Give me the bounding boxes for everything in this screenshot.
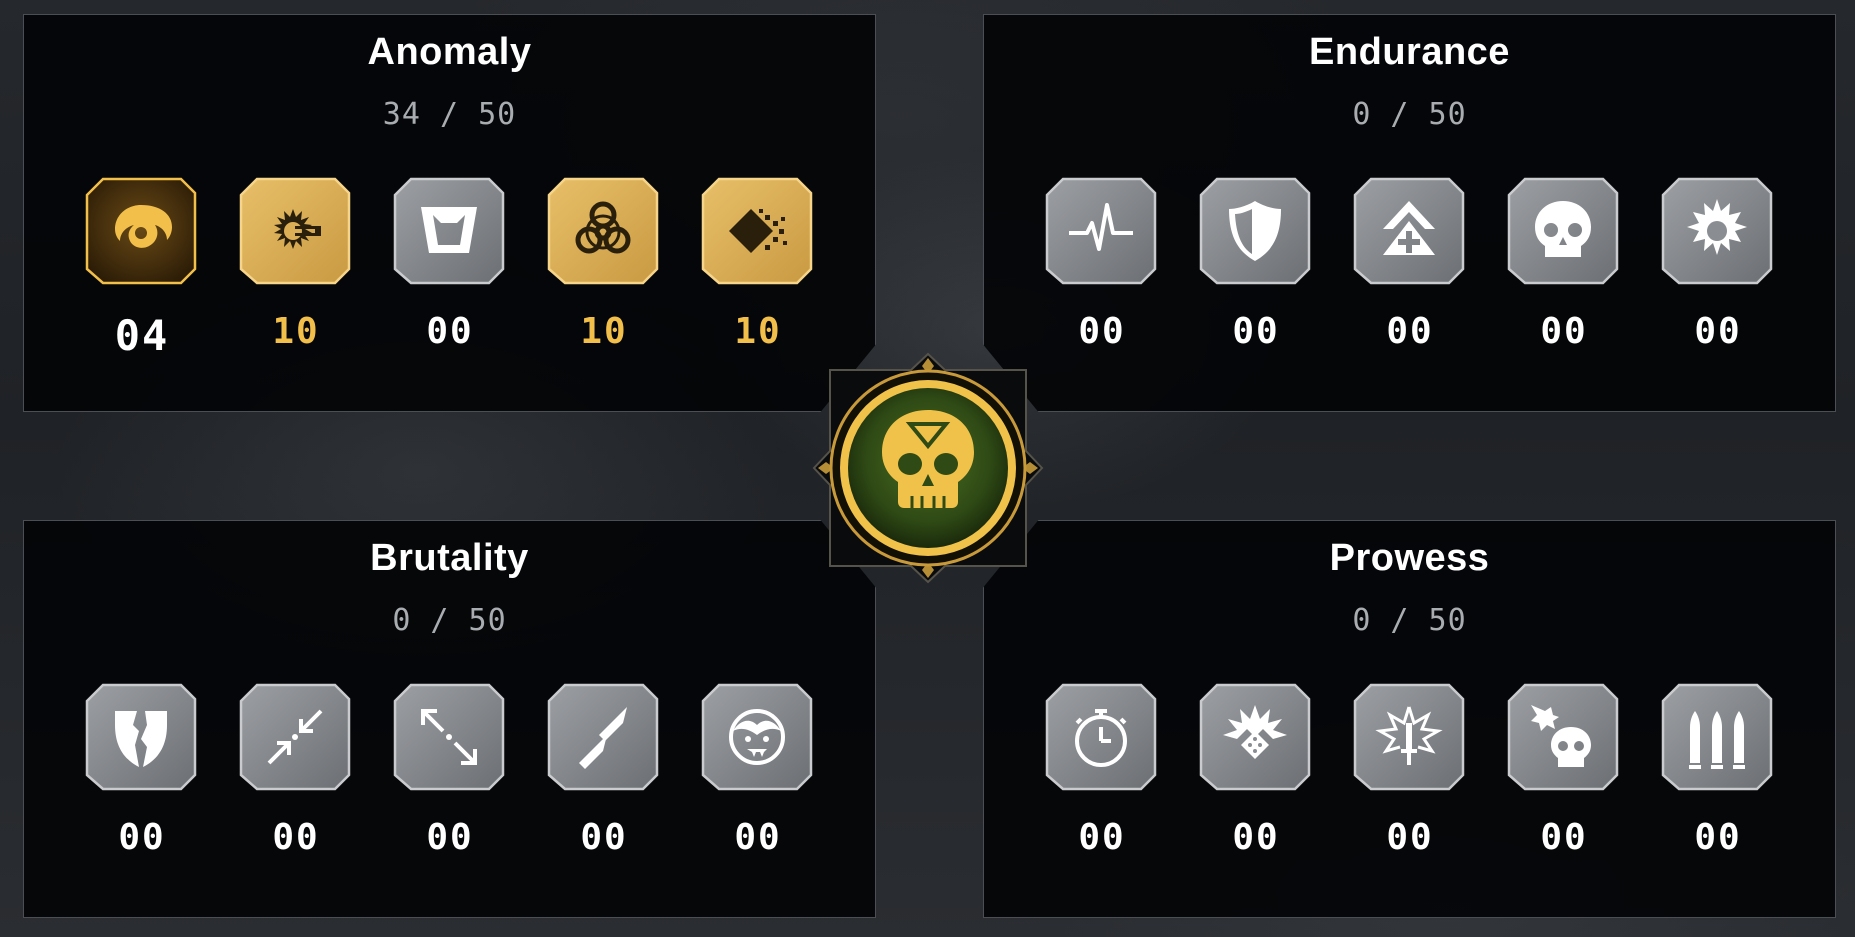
mastery-slot: 00 bbox=[1199, 683, 1313, 863]
grenade-burst-icon bbox=[1223, 705, 1287, 759]
mastery-tile-bullets[interactable] bbox=[547, 683, 659, 795]
mastery-tile-stopwatch[interactable] bbox=[1045, 683, 1157, 795]
slot-count: 00 bbox=[426, 817, 474, 858]
mastery-tile-medic-chevron[interactable] bbox=[1353, 177, 1465, 289]
skull-triangle-icon bbox=[812, 352, 1044, 584]
mastery-tile-burning-magnet[interactable] bbox=[239, 177, 351, 289]
slot-count: 00 bbox=[580, 817, 628, 858]
mastery-tile-vampire-face[interactable] bbox=[701, 683, 813, 795]
mastery-tile-converging-arrows[interactable] bbox=[239, 683, 351, 795]
mastery-board: Anomaly 34 / 50 04 10 00 10 10 Endurance… bbox=[0, 0, 1855, 937]
mastery-slot: 00 bbox=[85, 683, 199, 863]
category-title: Prowess bbox=[1329, 537, 1490, 579]
mastery-tile-shattered-shield[interactable] bbox=[85, 683, 197, 795]
mastery-tile-trapezoid-portal[interactable] bbox=[393, 177, 505, 289]
slot-count: 00 bbox=[272, 817, 320, 858]
slot-count: 04 bbox=[114, 311, 170, 360]
slot-count: 00 bbox=[118, 817, 166, 858]
mastery-slot: 00 bbox=[1353, 177, 1467, 357]
mastery-slot: 00 bbox=[1045, 177, 1159, 357]
mastery-tile-ammo[interactable] bbox=[1661, 683, 1773, 795]
slot-count: 00 bbox=[734, 817, 782, 858]
mastery-tile-expanding-arrows[interactable] bbox=[393, 683, 505, 795]
mastery-slot: 00 bbox=[393, 683, 507, 863]
mastery-slot: 10 bbox=[701, 177, 815, 357]
slot-count: 00 bbox=[1694, 311, 1742, 352]
mastery-tile-disintegrate[interactable] bbox=[701, 177, 813, 289]
mastery-tile-swirl[interactable] bbox=[85, 177, 197, 289]
mastery-tile-shield[interactable] bbox=[1199, 177, 1311, 289]
slot-count: 00 bbox=[1540, 817, 1588, 858]
slot-count: 00 bbox=[1232, 311, 1280, 352]
swirl-icon bbox=[115, 205, 172, 248]
mastery-tile-fire-skull[interactable] bbox=[1507, 683, 1619, 795]
sun-burst-icon bbox=[1687, 199, 1747, 255]
category-score: 34 / 50 bbox=[382, 97, 517, 132]
mastery-slot: 00 bbox=[1661, 683, 1775, 863]
slot-count: 00 bbox=[426, 311, 474, 352]
slot-count: 00 bbox=[1078, 817, 1126, 858]
slot-count: 10 bbox=[272, 311, 320, 352]
mastery-slot: 00 bbox=[1507, 683, 1621, 863]
biohazard-icon bbox=[575, 201, 631, 254]
mastery-slot: 10 bbox=[239, 177, 353, 357]
slot-count: 10 bbox=[580, 311, 628, 352]
category-panel-prowess: Prowess 0 / 50 00 00 00 00 00 bbox=[983, 520, 1836, 918]
mastery-tile-explosion-dagger[interactable] bbox=[1353, 683, 1465, 795]
mastery-slot: 00 bbox=[239, 683, 353, 863]
mastery-slot: 10 bbox=[547, 177, 661, 357]
mastery-slot: 04 bbox=[85, 177, 199, 360]
skull-icon bbox=[1535, 201, 1591, 257]
category-score: 0 / 50 bbox=[392, 603, 507, 638]
mastery-slot: 00 bbox=[1199, 177, 1313, 357]
mastery-tile-heartbeat[interactable] bbox=[1045, 177, 1157, 289]
mastery-tile-sun-burst[interactable] bbox=[1661, 177, 1773, 289]
vampire-face-icon bbox=[729, 709, 785, 765]
category-title: Anomaly bbox=[367, 31, 532, 73]
slot-count: 10 bbox=[734, 311, 782, 352]
slot-count: 00 bbox=[1078, 311, 1126, 352]
expanding-arrows-icon bbox=[421, 709, 477, 765]
category-title: Endurance bbox=[1309, 31, 1510, 73]
slot-count: 00 bbox=[1386, 817, 1434, 858]
category-panel-anomaly: Anomaly 34 / 50 04 10 00 10 10 bbox=[23, 14, 876, 412]
category-panel-endurance: Endurance 0 / 50 00 00 00 00 00 bbox=[983, 14, 1836, 412]
shattered-shield-icon bbox=[115, 711, 167, 767]
category-score: 0 / 50 bbox=[1352, 603, 1467, 638]
mastery-slot: 00 bbox=[1353, 683, 1467, 863]
mastery-tile-biohazard[interactable] bbox=[547, 177, 659, 289]
bullets-icon bbox=[579, 707, 627, 769]
ammo-icon bbox=[1689, 711, 1745, 769]
fire-skull-icon bbox=[1531, 705, 1591, 767]
trapezoid-portal-icon bbox=[421, 207, 477, 253]
category-panel-brutality: Brutality 0 / 50 00 00 00 00 00 bbox=[23, 520, 876, 918]
slot-count: 00 bbox=[1386, 311, 1434, 352]
slot-count: 00 bbox=[1694, 817, 1742, 858]
mastery-tile-skull[interactable] bbox=[1507, 177, 1619, 289]
slot-count: 00 bbox=[1232, 817, 1280, 858]
burning-magnet-icon bbox=[274, 209, 321, 249]
center-emblem[interactable] bbox=[810, 350, 1046, 586]
mastery-slot: 00 bbox=[1661, 177, 1775, 357]
slot-count: 00 bbox=[1540, 311, 1588, 352]
category-title: Brutality bbox=[370, 537, 529, 579]
stopwatch-icon bbox=[1075, 709, 1127, 767]
heartbeat-icon bbox=[1069, 203, 1133, 251]
category-score: 0 / 50 bbox=[1352, 97, 1467, 132]
mastery-slot: 00 bbox=[701, 683, 815, 863]
shield-icon bbox=[1229, 201, 1281, 261]
mastery-tile-grenade-burst[interactable] bbox=[1199, 683, 1311, 795]
mastery-slot: 00 bbox=[393, 177, 507, 357]
mastery-slot: 00 bbox=[1507, 177, 1621, 357]
mastery-slot: 00 bbox=[547, 683, 661, 863]
mastery-slot: 00 bbox=[1045, 683, 1159, 863]
disintegrate-icon bbox=[729, 209, 787, 253]
explosion-dagger-icon bbox=[1375, 706, 1443, 765]
medic-chevron-icon bbox=[1383, 201, 1435, 255]
converging-arrows-icon bbox=[267, 709, 323, 765]
